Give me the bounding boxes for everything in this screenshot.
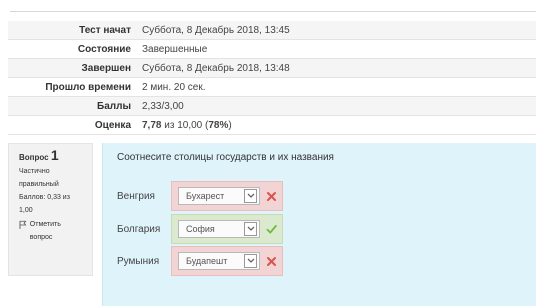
- summary-label: Состояние: [8, 39, 138, 59]
- capital-select[interactable]: София: [178, 220, 260, 238]
- answer-row-bulgaria: Болгария София: [117, 214, 387, 244]
- question-status: Частично правильный: [19, 168, 59, 188]
- capital-select[interactable]: Будапешт: [178, 252, 260, 270]
- incorrect-answer-box: Будапешт: [171, 246, 283, 276]
- grade-value: 7,78 из 10,00 (78%): [138, 115, 536, 135]
- chevron-down-icon[interactable]: [244, 222, 257, 236]
- summary-row-started: Тест начат Суббота, 8 Декабрь 2018, 13:4…: [8, 21, 536, 40]
- check-icon: [264, 224, 278, 235]
- selected-capital: София: [186, 224, 215, 234]
- summary-row-grade: Оценка 7,78 из 10,00 (78%): [8, 115, 536, 135]
- correct-answer-box: София: [171, 214, 283, 244]
- question-text: Соотнесите столицы государств и их назва…: [117, 152, 334, 163]
- grade-score: 7,78: [142, 119, 162, 131]
- summary-row-points: Баллы 2,33/3,00: [8, 96, 536, 116]
- summary-row-time: Прошло времени 2 мин. 20 сек.: [8, 77, 536, 97]
- grade-label: Оценка: [8, 115, 138, 135]
- summary-label: Прошло времени: [8, 77, 138, 97]
- flag-question-link[interactable]: Отметить вопрос: [19, 218, 84, 244]
- summary-value: 2,33/3,00: [138, 96, 536, 116]
- answer-row-romania: Румыния Будапешт: [117, 246, 387, 276]
- country-label: Болгария: [117, 223, 161, 235]
- attempt-summary-table: Тест начат Суббота, 8 Декабрь 2018, 13:4…: [8, 21, 536, 135]
- capital-select[interactable]: Бухарест: [178, 187, 260, 205]
- grade-percent: 78%: [208, 119, 229, 131]
- grade-suffix: ): [228, 119, 232, 131]
- answer-row-hungary: Венгрия Бухарест: [117, 181, 387, 211]
- flag-icon: [19, 220, 27, 229]
- summary-row-completed: Завершен Суббота, 8 Декабрь 2018, 13:48: [8, 58, 536, 78]
- top-divider: [10, 11, 536, 12]
- summary-label: Завершен: [8, 58, 138, 78]
- selected-capital: Будапешт: [186, 256, 228, 266]
- summary-value: Завершенные: [138, 39, 536, 59]
- summary-value: 2 мин. 20 сек.: [138, 77, 536, 97]
- country-label: Венгрия: [117, 190, 155, 202]
- flag-question-label[interactable]: Отметить вопрос: [30, 218, 84, 244]
- question-label: Вопрос: [19, 153, 49, 162]
- cross-icon: [264, 191, 278, 202]
- question-number: Вопрос 1: [19, 148, 84, 165]
- country-label: Румыния: [117, 255, 160, 267]
- question-number-value: 1: [50, 147, 59, 163]
- question-points: Баллов: 0,33 из 1,00: [19, 194, 70, 214]
- question-info-panel: Вопрос 1 Частично правильный Баллов: 0,3…: [8, 143, 93, 276]
- summary-label: Баллы: [8, 96, 138, 116]
- summary-value: Суббота, 8 Декабрь 2018, 13:45: [138, 21, 536, 40]
- quiz-review-page: Тест начат Суббота, 8 Декабрь 2018, 13:4…: [0, 0, 536, 307]
- cross-icon: [264, 256, 278, 267]
- selected-capital: Бухарест: [186, 191, 225, 201]
- grade-middle: из 10,00 (: [161, 119, 209, 131]
- chevron-down-icon[interactable]: [244, 189, 257, 203]
- summary-label: Тест начат: [8, 21, 138, 40]
- summary-value: Суббота, 8 Декабрь 2018, 13:48: [138, 58, 536, 78]
- summary-row-state: Состояние Завершенные: [8, 39, 536, 59]
- chevron-down-icon[interactable]: [244, 254, 257, 268]
- question-content-panel: Соотнесите столицы государств и их назва…: [102, 143, 536, 306]
- incorrect-answer-box: Бухарест: [171, 181, 283, 211]
